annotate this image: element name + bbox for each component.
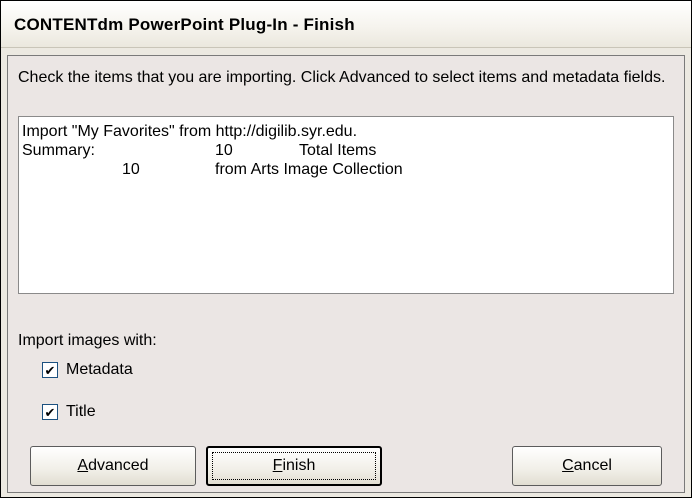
title-option[interactable]: ✔ Title [42,403,96,421]
import-summary-box[interactable]: Import "My Favorites" from http://digili… [18,116,674,294]
metadata-checkbox[interactable]: ✔ [42,362,58,378]
advanced-button-label: dvanced [88,457,149,474]
dialog-body: Check the items that you are importing. … [7,55,685,493]
cancel-button-label: ancel [573,457,612,474]
title-label[interactable]: Title [66,403,96,421]
instructions-text: Check the items that you are importing. … [18,69,666,86]
summary-source-line: Import "My Favorites" from http://digili… [22,123,358,140]
summary-collection-count: 10 [122,161,140,178]
summary-label: Summary: [22,142,95,159]
import-images-label: Import images with: [18,332,157,349]
cancel-button[interactable]: Cancel [512,446,662,486]
finish-access-key: F [272,457,283,474]
summary-total-label: Total Items [299,142,377,159]
summary-total-count: 10 [215,142,233,159]
advanced-access-key: A [77,457,89,474]
checkmark-icon: ✔ [44,362,56,378]
cancel-access-key: C [562,457,574,474]
dialog-window: CONTENTdm PowerPoint Plug-In - Finish Ch… [0,0,692,498]
window-title: CONTENTdm PowerPoint Plug-In - Finish [14,15,355,34]
checkmark-icon: ✔ [44,404,56,420]
advanced-button[interactable]: Advanced [30,446,196,486]
title-bar[interactable]: CONTENTdm PowerPoint Plug-In - Finish [1,1,691,48]
summary-collection-label: from Arts Image Collection [215,161,403,178]
finish-button[interactable]: Finish [206,446,382,486]
finish-button-label: inish [282,457,316,474]
metadata-option[interactable]: ✔ Metadata [42,361,133,379]
title-checkbox[interactable]: ✔ [42,404,58,420]
metadata-label[interactable]: Metadata [66,361,133,379]
